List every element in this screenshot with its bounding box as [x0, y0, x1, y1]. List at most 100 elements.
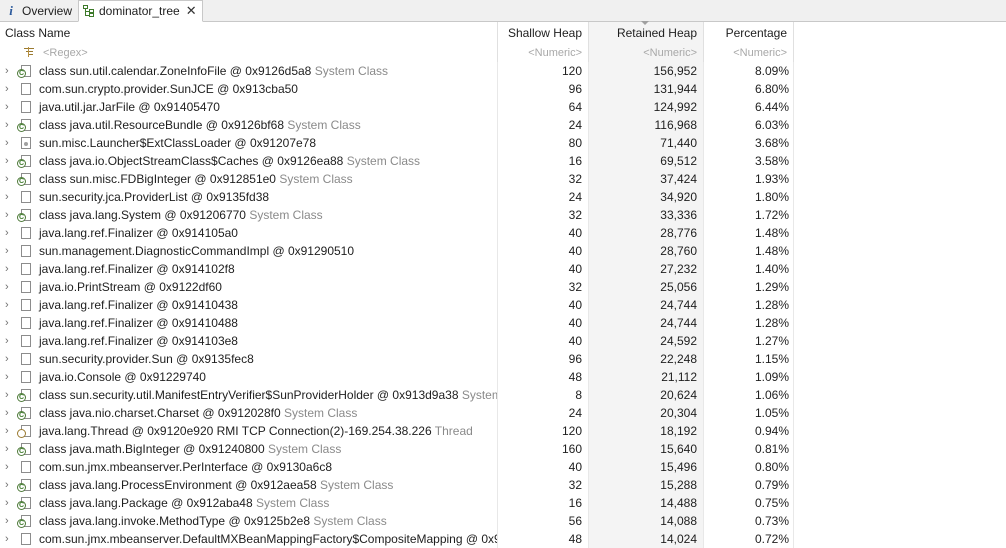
close-icon[interactable]: ✕	[186, 3, 197, 19]
table-row[interactable]: › sun.management.DiagnosticCommandImpl @ …	[0, 242, 794, 260]
retained-heap-cell: 20,304	[589, 404, 704, 422]
expand-chevron-icon[interactable]: ›	[5, 530, 13, 548]
table-row[interactable]: › Cclass java.nio.charset.Charset @ 0x912…	[0, 404, 794, 422]
object-label: java.io.Console @ 0x91229740	[39, 370, 206, 384]
object-type-label: System Class	[320, 478, 394, 492]
table-row[interactable]: › java.io.Console @ 0x91229740 48 21,112 1.…	[0, 368, 794, 386]
percentage-cell: 1.48%	[704, 242, 794, 260]
table-row[interactable]: › Cclass java.lang.invoke.MethodType @ 0x…	[0, 512, 794, 530]
regex-filter-input[interactable]: <Regex>	[43, 44, 88, 62]
expand-chevron-icon[interactable]: ›	[5, 278, 13, 296]
table-row[interactable]: › java.lang.Thread @ 0x9120e920 RMI TCP C…	[0, 422, 794, 440]
retained-heap-cell: 14,088	[589, 512, 704, 530]
object-label: java.lang.ref.Finalizer @ 0x914105a0	[39, 226, 238, 240]
table-row[interactable]: › java.lang.ref.Finalizer @ 0x914102f8 40…	[0, 260, 794, 278]
expand-chevron-icon[interactable]: ›	[5, 332, 13, 350]
expand-chevron-icon[interactable]: ›	[5, 296, 13, 314]
table-row[interactable]: › Cclass java.util.ResourceBundle @ 0x912…	[0, 116, 794, 134]
table-row[interactable]: › java.lang.ref.Finalizer @ 0x91410438 40…	[0, 296, 794, 314]
editor-tab-bar: i Overview dominator_tree ✕	[0, 0, 1006, 22]
percentage-cell: 0.81%	[704, 440, 794, 458]
expand-chevron-icon[interactable]: ›	[5, 440, 13, 458]
expand-chevron-icon[interactable]: ›	[5, 242, 13, 260]
object-label: java.lang.ref.Finalizer @ 0x91410438	[39, 298, 238, 312]
expand-chevron-icon[interactable]: ›	[5, 386, 13, 404]
expand-chevron-icon[interactable]: ›	[5, 350, 13, 368]
percentage-cell: 3.68%	[704, 134, 794, 152]
class-name-cell: › java.io.PrintStream @ 0x9122df60	[0, 278, 498, 296]
expand-chevron-icon[interactable]: ›	[5, 170, 13, 188]
shallow-heap-cell: 40	[498, 296, 589, 314]
table-row[interactable]: › java.lang.ref.Finalizer @ 0x91410488 40…	[0, 314, 794, 332]
retained-heap-cell: 131,944	[589, 80, 704, 98]
expand-chevron-icon[interactable]: ›	[5, 494, 13, 512]
table-row[interactable]: › java.io.PrintStream @ 0x9122df60 32 25,0…	[0, 278, 794, 296]
table-row[interactable]: › com.sun.crypto.provider.SunJCE @ 0x913c…	[0, 80, 794, 98]
table-row[interactable]: › Cclass java.math.BigInteger @ 0x9124080…	[0, 440, 794, 458]
table-row[interactable]: › java.lang.ref.Finalizer @ 0x914105a0 40…	[0, 224, 794, 242]
column-header-retained-heap[interactable]: Retained Heap	[589, 22, 704, 44]
shallow-heap-cell: 120	[498, 62, 589, 80]
retained-heap-cell: 34,920	[589, 188, 704, 206]
shallow-heap-cell: 48	[498, 530, 589, 548]
table-row[interactable]: › Cclass java.lang.Package @ 0x912aba48 S…	[0, 494, 794, 512]
percentage-cell: 0.79%	[704, 476, 794, 494]
shallow-heap-cell: 40	[498, 332, 589, 350]
shallow-heap-filter-input[interactable]: <Numeric>	[498, 44, 589, 62]
column-header-class-name[interactable]: Class Name	[0, 22, 498, 44]
expand-chevron-icon[interactable]: ›	[5, 512, 13, 530]
filter-row: <Regex> <Numeric> <Numeric> <Numeric>	[0, 44, 794, 62]
object-icon	[21, 461, 31, 473]
expand-chevron-icon[interactable]: ›	[5, 206, 13, 224]
object-icon	[21, 371, 31, 383]
table-row[interactable]: › com.sun.jmx.mbeanserver.PerInterface @ …	[0, 458, 794, 476]
class-name-cell: › Cclass java.lang.invoke.MethodType @ 0x…	[0, 512, 498, 530]
tab-overview[interactable]: i Overview	[0, 0, 76, 21]
expand-chevron-icon[interactable]: ›	[5, 152, 13, 170]
shallow-heap-cell: 8	[498, 386, 589, 404]
table-row[interactable]: › com.sun.jmx.mbeanserver.DefaultMXBeanMa…	[0, 530, 794, 548]
object-label: java.lang.ref.Finalizer @ 0x914102f8	[39, 262, 235, 276]
table-row[interactable]: › java.lang.ref.Finalizer @ 0x914103e8 40…	[0, 332, 794, 350]
table-row[interactable]: › sun.security.jca.ProviderList @ 0x9135f…	[0, 188, 794, 206]
expand-chevron-icon[interactable]: ›	[5, 98, 13, 116]
table-row[interactable]: › Cclass sun.misc.FDBigInteger @ 0x912851…	[0, 170, 794, 188]
table-row[interactable]: › sun.security.provider.Sun @ 0x9135fec8 …	[0, 350, 794, 368]
expand-chevron-icon[interactable]: ›	[5, 134, 13, 152]
retained-heap-cell: 156,952	[589, 62, 704, 80]
class-name-cell: › java.lang.ref.Finalizer @ 0x914102f8	[0, 260, 498, 278]
class-name-cell: › java.lang.ref.Finalizer @ 0x914103e8	[0, 332, 498, 350]
expand-chevron-icon[interactable]: ›	[5, 458, 13, 476]
shallow-heap-cell: 160	[498, 440, 589, 458]
expand-chevron-icon[interactable]: ›	[5, 80, 13, 98]
table-row[interactable]: › Cclass sun.security.util.ManifestEntryV…	[0, 386, 794, 404]
table-row[interactable]: › java.util.jar.JarFile @ 0x91405470 64 12…	[0, 98, 794, 116]
shallow-heap-cell: 80	[498, 134, 589, 152]
tab-dominator-tree[interactable]: dominator_tree ✕	[78, 0, 203, 22]
expand-chevron-icon[interactable]: ›	[5, 368, 13, 386]
expand-chevron-icon[interactable]: ›	[5, 260, 13, 278]
class-name-cell: › sun.security.jca.ProviderList @ 0x9135f…	[0, 188, 498, 206]
table-row[interactable]: › Cclass sun.util.calendar.ZoneInfoFile @…	[0, 62, 794, 80]
retained-heap-filter-input[interactable]: <Numeric>	[589, 44, 704, 62]
expand-chevron-icon[interactable]: ›	[5, 188, 13, 206]
column-header-percentage[interactable]: Percentage	[704, 22, 794, 44]
expand-chevron-icon[interactable]: ›	[5, 404, 13, 422]
expand-chevron-icon[interactable]: ›	[5, 62, 13, 80]
percentage-filter-input[interactable]: <Numeric>	[704, 44, 794, 62]
retained-heap-cell: 71,440	[589, 134, 704, 152]
expand-chevron-icon[interactable]: ›	[5, 422, 13, 440]
filter-cell-class-name: <Regex>	[0, 44, 498, 62]
shallow-heap-cell: 120	[498, 422, 589, 440]
table-row[interactable]: › Cclass java.io.ObjectStreamClass$Caches…	[0, 152, 794, 170]
table-row[interactable]: › Cclass java.lang.System @ 0x91206770 Sy…	[0, 206, 794, 224]
column-header-shallow-heap[interactable]: Shallow Heap	[498, 22, 589, 44]
expand-chevron-icon[interactable]: ›	[5, 116, 13, 134]
object-icon	[21, 227, 31, 239]
table-row[interactable]: › Cclass java.lang.ProcessEnvironment @ 0…	[0, 476, 794, 494]
expand-chevron-icon[interactable]: ›	[5, 224, 13, 242]
expand-chevron-icon[interactable]: ›	[5, 314, 13, 332]
expand-chevron-icon[interactable]: ›	[5, 476, 13, 494]
thread-icon	[17, 425, 31, 438]
table-row[interactable]: › sun.misc.Launcher$ExtClassLoader @ 0x91…	[0, 134, 794, 152]
